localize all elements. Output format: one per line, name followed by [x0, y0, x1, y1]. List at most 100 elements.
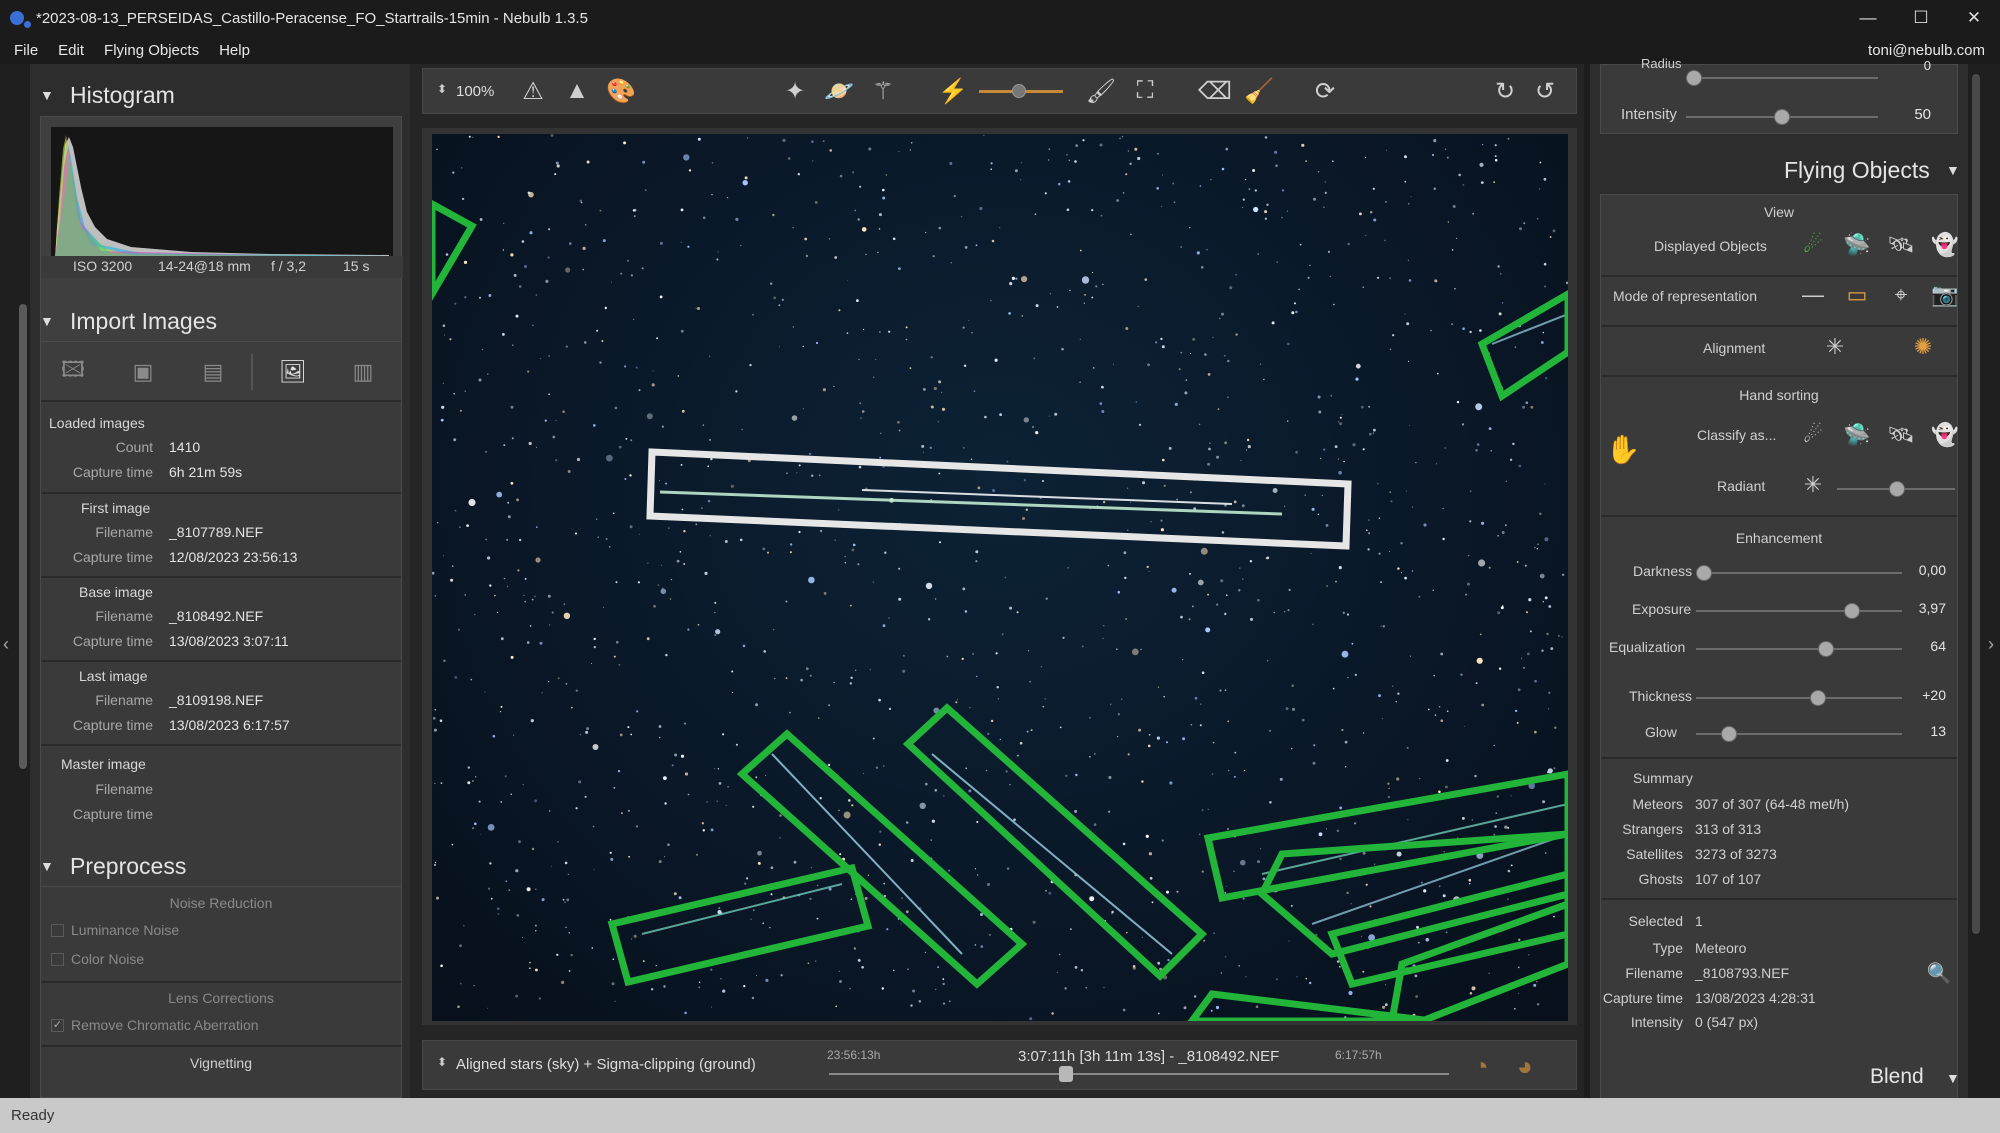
intensity-slider[interactable] [1686, 109, 1878, 125]
palette-icon[interactable]: 🎨 [605, 75, 637, 107]
master-image-icon[interactable]: ▥ [347, 356, 379, 388]
import-list-icon[interactable]: ▤ [197, 356, 229, 388]
timeline-slider[interactable] [829, 1066, 1449, 1082]
redo-icon[interactable]: ↻ [1489, 75, 1521, 107]
radiant-slider[interactable] [1837, 481, 1955, 497]
mode-stepper-icon[interactable]: ⬍ [437, 1055, 447, 1069]
import-folder-icon[interactable]: ▣ [127, 356, 159, 388]
collapse-triangle-icon[interactable]: ▼ [1946, 1070, 1960, 1086]
radiant-icon[interactable]: ✳ [1797, 469, 1829, 501]
sparkles-icon[interactable]: ✦ [779, 75, 811, 107]
refresh-icon[interactable]: ⟳ [1309, 75, 1341, 107]
warning-outline-icon[interactable]: ⚠ [517, 75, 549, 107]
zoom-level[interactable]: 100% [456, 83, 494, 100]
equalization-slider[interactable] [1696, 641, 1902, 657]
histogram-header[interactable]: ▼ Histogram [30, 75, 410, 115]
radiant-align-active-icon[interactable]: ✺ [1907, 331, 1939, 363]
collapse-triangle-icon[interactable]: ▼ [1946, 162, 1960, 178]
menu-flying-objects[interactable]: Flying Objects [104, 42, 199, 59]
meteor-box[interactable] [1477, 289, 1568, 402]
thickness-slider[interactable] [1696, 690, 1902, 706]
blend-title[interactable]: Blend [1870, 1065, 1924, 1089]
undo-icon[interactable]: ↺ [1529, 75, 1561, 107]
zoom-stepper-icon[interactable]: ⬍ [437, 82, 447, 96]
flying-objects-title[interactable]: Flying Objects [1784, 157, 1930, 184]
brush-icon[interactable]: 🖌 [1085, 75, 1117, 107]
hand-sorting-icon[interactable]: ✋ [1606, 433, 1641, 465]
timeline-knob[interactable] [1059, 1066, 1073, 1082]
warning-filled-icon[interactable]: ▲ [561, 75, 593, 107]
darkness-knob[interactable] [1696, 565, 1712, 581]
base-image-icon[interactable]: 🖼 [277, 356, 309, 388]
intensity-key: Intensity [1630, 1014, 1683, 1030]
ufo-filter-icon[interactable]: 🛸 [1841, 229, 1873, 261]
glow-value: 13 [1930, 723, 1946, 739]
radius-knob[interactable] [1686, 70, 1702, 86]
classify-meteor-icon[interactable]: ☄ [1797, 419, 1829, 451]
satellite-filter-icon[interactable]: 🛰 [1885, 229, 1917, 261]
user-account[interactable]: toni@nebulb.com [1868, 42, 1985, 59]
box-mode-icon[interactable]: ▭ [1841, 279, 1873, 311]
meteor-box[interactable] [1257, 830, 1568, 958]
menu-help[interactable]: Help [219, 42, 250, 59]
maximize-button[interactable]: ☐ [1893, 0, 1949, 36]
darkness-label: Darkness [1633, 563, 1693, 579]
right-scrollbar[interactable] [1972, 74, 1980, 934]
thickness-knob[interactable] [1810, 690, 1826, 706]
left-scrollbar[interactable] [19, 304, 27, 769]
fill-bucket-icon[interactable]: ⛶ [1129, 75, 1161, 107]
stacking-mode[interactable]: Aligned stars (sky) + Sigma-clipping (gr… [456, 1056, 756, 1073]
tower-icon[interactable]: ⚚ [867, 75, 899, 107]
ghost-filter-icon[interactable]: 👻 [1929, 229, 1961, 261]
luminance-noise-checkbox[interactable] [51, 924, 64, 937]
radius-slider[interactable] [1686, 70, 1878, 86]
equalization-knob[interactable] [1818, 641, 1834, 657]
darkness-slider[interactable] [1696, 565, 1902, 581]
radiant-knob[interactable] [1889, 481, 1905, 497]
eraser-icon[interactable]: ⌫ [1198, 75, 1232, 107]
meteor-box[interactable] [607, 863, 873, 987]
glow-knob[interactable] [1721, 726, 1737, 742]
capture-time-value: 6h 21m 59s [169, 464, 243, 480]
menu-file[interactable]: File [14, 42, 38, 59]
brush-size-slider[interactable] [979, 84, 1063, 98]
timeline-bar: ⬍ Aligned stars (sky) + Sigma-clipping (… [422, 1040, 1577, 1090]
selected-meteor-box[interactable] [646, 448, 1352, 550]
histogram-plot [51, 127, 393, 259]
intensity-knob[interactable] [1774, 109, 1790, 125]
glow-slider[interactable] [1696, 726, 1902, 742]
line-mode-icon[interactable]: — [1797, 279, 1829, 311]
photo-mode-icon[interactable]: 📷 [1929, 279, 1961, 311]
collapse-triangle-icon: ▼ [40, 313, 54, 329]
classify-ufo-icon[interactable]: 🛸 [1841, 419, 1873, 451]
collapse-left-icon[interactable]: ‹ [3, 634, 9, 655]
crosshair-mode-icon[interactable]: ⌖ [1885, 279, 1917, 311]
import-header[interactable]: ▼ Import Images [30, 301, 410, 341]
broom-icon[interactable]: 🧹 [1243, 75, 1275, 107]
meteor-box[interactable] [432, 200, 477, 301]
zoom-to-object-icon[interactable]: 🔍 [1923, 957, 1955, 989]
planet-icon[interactable]: 🪐 [823, 75, 855, 107]
minimize-button[interactable]: — [1840, 0, 1896, 36]
import-images-icon[interactable]: 🖾 [57, 356, 89, 388]
meteor-filter-icon[interactable]: ☄ [1797, 229, 1829, 261]
menu-edit[interactable]: Edit [58, 42, 84, 59]
sky-image-canvas[interactable] [432, 134, 1568, 1021]
magic-wand-icon[interactable]: ⚡ [937, 75, 969, 107]
classify-satellite-icon[interactable]: 🛰 [1885, 419, 1917, 451]
classify-ghost-icon[interactable]: 👻 [1929, 419, 1961, 451]
meteor-box[interactable] [1388, 900, 1568, 1021]
radiant-align-icon[interactable]: ✳ [1819, 331, 1851, 363]
collapse-right-icon[interactable]: › [1988, 634, 1994, 655]
preprocess-header[interactable]: ▼ Preprocess [30, 846, 410, 886]
color-noise-checkbox[interactable] [51, 953, 64, 966]
close-button[interactable]: ✕ [1946, 0, 2000, 36]
chromatic-checkbox[interactable]: ✓ [51, 1019, 64, 1032]
meteor-box[interactable] [1327, 870, 1568, 989]
brush-size-knob[interactable] [1012, 84, 1026, 98]
exposure-slider[interactable] [1696, 603, 1902, 619]
history-icon[interactable]: ◕ [1517, 1051, 1533, 1082]
exposure-knob[interactable] [1844, 603, 1860, 619]
clock-icon[interactable]: ◔ [1473, 1051, 1489, 1082]
meteor-box[interactable] [902, 703, 1208, 981]
